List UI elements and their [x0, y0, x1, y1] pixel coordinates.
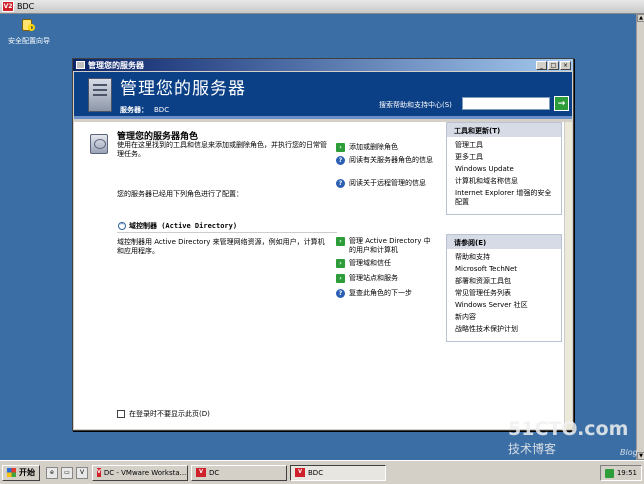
watermark: 51CTO.com 技术博客 Blog — [508, 418, 638, 457]
link-ie-esc[interactable]: Internet Explorer 增强的安全配置 — [455, 189, 553, 207]
task-label: 复查此角色的下一步 — [349, 289, 412, 297]
role-description: 域控制器用 Active Directory 来管理网络资源，例如用户，计算机和… — [117, 238, 325, 255]
see-also-panel: 请参阅(E) 帮助和支持 Microsoft TechNet 部署和资源工具包 … — [446, 234, 562, 342]
search-label: 搜索帮助和支持中心(S) — [379, 101, 452, 109]
task-manage-domains[interactable]: › 管理域和信任 — [336, 259, 436, 268]
link-technet[interactable]: Microsoft TechNet — [455, 265, 553, 274]
configured-roles-text: 您的服务器已经用下列角色进行了配置： — [117, 190, 243, 198]
checkbox-box[interactable] — [117, 410, 125, 418]
vmware-icon[interactable]: V — [76, 466, 88, 479]
role-name: 域控制器 (Active Directory) — [129, 222, 238, 230]
task-manage-sites[interactable]: › 管理站点和服务 — [336, 274, 436, 283]
task-label: 管理站点和服务 — [349, 274, 398, 282]
network-icon[interactable] — [604, 468, 614, 478]
green-arrow-icon: › — [336, 274, 345, 283]
vmware-logo-icon: V2 — [2, 1, 14, 12]
watermark-line2: 技术博客 — [508, 442, 557, 456]
green-arrow-icon: › — [336, 237, 345, 246]
window-app-icon — [76, 61, 85, 69]
taskbar-item-label: BDC — [308, 468, 324, 477]
content-scrollbar[interactable] — [564, 122, 572, 429]
vmware-icon: V — [97, 468, 101, 477]
window-titlebar[interactable]: 管理您的服务器 — [73, 59, 573, 71]
task-label: 管理域和信任 — [349, 259, 391, 267]
task-label: 管理 Active Directory 中的用户和计算机 — [349, 237, 431, 254]
taskbar-item-vmware[interactable]: V DC - VMware Worksta... — [92, 464, 188, 481]
roles-description: 使用在这里找到的工具和信息来添加或删除角色，并执行您的日常管理任务。 — [117, 141, 327, 158]
task-manage-ad-users[interactable]: › 管理 Active Directory 中的用户和计算机 — [336, 237, 436, 255]
task-read-remote-admin[interactable]: ? 阅读关于远程管理的信息 — [336, 179, 436, 188]
link-whats-new[interactable]: 新内容 — [455, 313, 553, 322]
vm-scrollbar[interactable]: ▲ ▼ — [636, 14, 644, 460]
panel-title: 工具和更新(T) — [447, 123, 561, 137]
keys-icon — [20, 18, 38, 34]
help-icon: ? — [336, 156, 345, 165]
vm-titlebar: V2 BDC — [0, 0, 644, 14]
maximize-button[interactable]: □ — [548, 61, 559, 70]
minimize-button[interactable]: _ — [536, 61, 547, 70]
windows-logo-icon — [7, 468, 16, 477]
dont-show-checkbox[interactable]: 在登录时不要显示此页(D) — [117, 409, 210, 419]
divider — [117, 232, 337, 233]
main-content: 管理您的服务器角色 使用在这里找到的工具和信息来添加或删除角色，并执行您的日常管… — [74, 122, 572, 429]
link-windows-update[interactable]: Windows Update — [455, 165, 553, 174]
server-name: BDC — [154, 106, 170, 114]
link-server-community[interactable]: Windows Server 社区 — [455, 301, 553, 310]
tools-updates-panel: 工具和更新(T) 管理工具 更多工具 Windows Update 计算机和域名… — [446, 122, 562, 215]
server-info: 服务器： BDC — [120, 105, 169, 115]
desktop-icon-label: 安全配置向导 — [8, 37, 50, 45]
vmware-icon: V — [295, 468, 305, 477]
desktop-icon-security-wizard[interactable]: 安全配置向导 — [4, 18, 54, 46]
link-common-tasks[interactable]: 常见管理任务列表 — [455, 289, 553, 298]
start-button[interactable]: 开始 — [2, 464, 40, 481]
panel-title: 请参阅(E) — [447, 235, 561, 249]
search-input[interactable] — [462, 97, 550, 110]
checkbox-label: 在登录时不要显示此页(D) — [129, 410, 210, 418]
help-icon: ? — [336, 179, 345, 188]
server-roles-icon — [90, 134, 108, 154]
link-help-support[interactable]: 帮助和支持 — [455, 253, 553, 262]
watermark-line1: 51CTO.com — [508, 418, 629, 440]
page-header: 管理您的服务器 服务器： BDC 搜索帮助和支持中心(S) → — [74, 72, 572, 119]
green-arrow-icon: › — [336, 143, 345, 152]
vmware-icon: V — [196, 468, 206, 477]
scroll-down-icon[interactable]: ▼ — [637, 452, 644, 460]
start-label: 开始 — [19, 468, 35, 477]
taskbar-item-label: DC — [209, 468, 220, 477]
task-read-roles[interactable]: ? 阅读有关服务器角色的信息 — [336, 156, 436, 165]
vm-title: BDC — [17, 2, 35, 11]
task-label: 阅读有关服务器角色的信息 — [349, 156, 433, 164]
close-button[interactable]: × — [560, 61, 571, 70]
server-icon — [88, 78, 112, 112]
system-tray: 19:51 — [599, 465, 642, 481]
link-computer-domain-info[interactable]: 计算机和域名称信息 — [455, 177, 553, 186]
quick-launch: e ▭ V — [46, 466, 88, 479]
task-label: 阅读关于远程管理的信息 — [349, 179, 426, 187]
manage-server-window: 管理您的服务器 _ □ × 管理您的服务器 服务器： BDC 搜索帮助和支持中心(… — [72, 58, 574, 431]
window-title: 管理您的服务器 — [88, 60, 144, 70]
watermark-line3: Blog — [620, 448, 638, 457]
taskbar-item-bdc[interactable]: V BDC — [290, 464, 386, 481]
link-admin-tools[interactable]: 管理工具 — [455, 141, 553, 150]
taskbar-item-dc[interactable]: V DC — [191, 464, 287, 481]
task-review-next-steps[interactable]: ? 复查此角色的下一步 — [336, 289, 436, 298]
link-more-tools[interactable]: 更多工具 — [455, 153, 553, 162]
task-add-remove-role[interactable]: › 添加或删除角色 — [336, 143, 436, 152]
window-controls: _ □ × — [536, 61, 571, 70]
taskbar-item-label: DC - VMware Worksta... — [103, 468, 187, 477]
scroll-up-icon[interactable]: ▲ — [637, 14, 644, 22]
link-security-program[interactable]: 战略性技术保护计划 — [455, 325, 553, 334]
task-label: 添加或删除角色 — [349, 143, 398, 151]
clock: 19:51 — [616, 469, 637, 477]
link-resource-kit[interactable]: 部署和资源工具包 — [455, 277, 553, 286]
help-icon: ? — [336, 289, 345, 298]
green-arrow-icon: › — [336, 259, 345, 268]
page-title: 管理您的服务器 — [120, 79, 246, 99]
taskbar: 开始 e ▭ V V DC - VMware Worksta... V DC V… — [0, 460, 644, 484]
folder-icon[interactable]: ▭ — [61, 466, 73, 479]
search-go-button[interactable]: → — [554, 96, 569, 111]
ie-icon[interactable]: e — [46, 466, 58, 479]
collapse-role-icon[interactable]: ^ — [118, 222, 126, 230]
server-label: 服务器： — [120, 106, 148, 114]
